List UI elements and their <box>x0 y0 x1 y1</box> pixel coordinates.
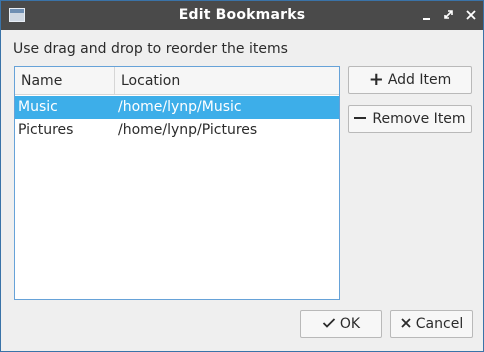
restore-icon[interactable] <box>442 8 456 22</box>
column-header-location[interactable]: Location <box>121 67 321 95</box>
edit-bookmarks-dialog: Edit Bookmarks Use drag and drop to reor… <box>0 0 484 352</box>
add-item-button[interactable]: + Add Item <box>348 66 472 94</box>
remove-item-button[interactable]: Remove Item <box>348 105 472 133</box>
add-item-label: Add Item <box>387 72 452 88</box>
plus-icon: + <box>368 69 384 90</box>
minus-icon <box>354 117 367 119</box>
window-title: Edit Bookmarks <box>178 7 306 23</box>
list-item-pictures[interactable]: Pictures /home/lynp/Pictures <box>15 119 339 142</box>
bookmark-location: /home/lynp/Music <box>118 99 242 115</box>
bookmarks-list[interactable]: Name Location Music /home/lynp/Music Pic… <box>14 66 340 300</box>
close-icon[interactable] <box>464 8 478 22</box>
ok-label: OK <box>339 316 361 332</box>
remove-item-label: Remove Item <box>372 111 466 127</box>
cancel-x-icon <box>400 311 412 337</box>
column-separator[interactable] <box>114 67 115 95</box>
title-bar[interactable]: Edit Bookmarks <box>1 1 483 30</box>
ok-button[interactable]: OK <box>300 310 382 338</box>
instruction-text: Use drag and drop to reorder the items <box>13 41 288 57</box>
bookmark-name: Pictures <box>18 122 74 138</box>
cancel-button[interactable]: Cancel <box>390 310 473 338</box>
bookmark-name: Music <box>18 99 58 115</box>
bookmark-location: /home/lynp/Pictures <box>118 122 258 138</box>
minimize-icon[interactable] <box>420 8 434 22</box>
list-item-music[interactable]: Music /home/lynp/Music <box>15 96 339 119</box>
checkmark-icon <box>322 311 336 337</box>
column-header-name[interactable]: Name <box>21 67 115 95</box>
cancel-label: Cancel <box>415 316 464 332</box>
list-header: Name Location <box>15 67 339 95</box>
